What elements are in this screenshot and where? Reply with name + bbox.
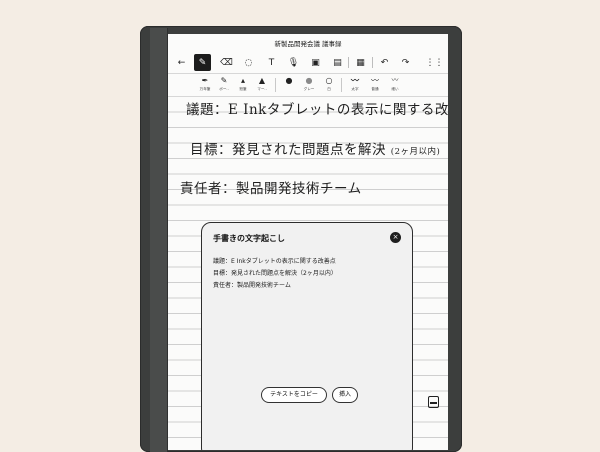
- stroke-normal[interactable]: 〰 普通: [366, 75, 384, 95]
- undo-icon[interactable]: ↶: [376, 54, 393, 71]
- stroke-bold[interactable]: 〰 太字: [346, 75, 364, 95]
- template-icon[interactable]: ▤: [329, 54, 346, 71]
- tool-label: 太字: [351, 87, 359, 91]
- top-toolbar: ← ✎ ⌫ ◌ T 🎙 ▣ ▤ ▦ ↶ ↷ ⋮⋮: [168, 52, 448, 74]
- transcription-line: 責任者：製品開発技術チーム: [213, 282, 291, 289]
- tool-label: 鉛筆: [239, 87, 247, 91]
- layers-icon[interactable]: ▦: [352, 54, 369, 71]
- tool-label: グレー: [303, 87, 315, 91]
- close-icon[interactable]: ×: [390, 232, 401, 243]
- transcription-line: 目標：発見された問題点を解決（2ヶ月以内）: [213, 270, 337, 277]
- eraser-icon[interactable]: ⌫: [218, 54, 235, 71]
- white-swatch-icon: ○: [325, 76, 333, 85]
- stroke-thin-icon: 〰: [391, 76, 399, 84]
- handwritten-goal-note: (2ヶ月以内): [390, 147, 441, 157]
- toolbar-divider: [372, 57, 373, 68]
- tool-label: 万年筆: [199, 87, 211, 91]
- marker-tool[interactable]: ▲ マー..: [253, 75, 271, 95]
- stroke-normal-icon: 〰: [371, 76, 379, 85]
- pen-icon[interactable]: ✎: [194, 54, 211, 71]
- handwritten-owner: 責任者：製品開発技術チーム: [180, 181, 362, 197]
- tool-label: 細い: [391, 87, 399, 91]
- mic-icon[interactable]: 🎙: [285, 54, 302, 71]
- pencil-tool[interactable]: ▴ 鉛筆: [234, 75, 252, 95]
- keyboard-toggle-icon[interactable]: [428, 396, 439, 408]
- dialog-title: 手書きの文字起こし: [213, 234, 285, 243]
- text-icon[interactable]: T: [263, 54, 280, 71]
- handwritten-goal-text: 目標：発見された問題点を解決: [190, 142, 386, 158]
- pencil-icon: ▴: [240, 76, 245, 85]
- tablet-spine: [150, 28, 168, 452]
- tool-label: マー..: [257, 87, 267, 91]
- fountain-pen-tool[interactable]: ✒ 万年筆: [196, 75, 214, 95]
- lasso-icon[interactable]: ◌: [240, 54, 257, 71]
- toolbar-divider: [348, 57, 349, 68]
- ballpoint-tool[interactable]: ✎ ボー..: [215, 75, 233, 95]
- insert-button[interactable]: 挿入: [332, 387, 358, 403]
- color-gray[interactable]: ● グレー: [300, 75, 318, 95]
- black-swatch-icon: ●: [285, 76, 293, 85]
- pen-options-bar: ✒ 万年筆 ✎ ボー.. ▴ 鉛筆 ▲ マー.. ● ● グレー ○ 白 〰 太…: [168, 74, 448, 97]
- ballpoint-icon: ✎: [220, 76, 228, 85]
- color-white[interactable]: ○ 白: [320, 75, 338, 95]
- back-icon[interactable]: ←: [173, 54, 190, 71]
- more-icon[interactable]: ⋮⋮: [426, 54, 444, 71]
- color-black[interactable]: ●: [280, 75, 298, 95]
- image-icon[interactable]: ▣: [307, 54, 324, 71]
- redo-icon[interactable]: ↷: [397, 54, 414, 71]
- gray-swatch-icon: ●: [305, 76, 313, 85]
- transcription-dialog: 手書きの文字起こし × 議題：E Inkタブレットの表示に関する改善点 目標：発…: [201, 222, 413, 450]
- copy-text-button[interactable]: テキストをコピー: [261, 387, 327, 403]
- handwritten-goal: 目標：発見された問題点を解決 (2ヶ月以内): [190, 138, 440, 158]
- document-title: 新製品開発会議 議事録: [274, 40, 342, 48]
- tool-label: 白: [327, 87, 331, 91]
- tablet-screen: 新製品開発会議 議事録 ← ✎ ⌫ ◌ T 🎙 ▣ ▤ ▦ ↶ ↷ ⋮⋮ ✒ 万…: [168, 34, 448, 450]
- stroke-bold-icon: 〰: [351, 76, 359, 85]
- toolbar-divider: [341, 78, 342, 92]
- handwritten-agenda: 議題：E Inkタブレットの表示に関する改善点: [186, 102, 448, 118]
- fountain-pen-icon: ✒: [201, 76, 209, 85]
- marker-icon: ▲: [258, 76, 266, 85]
- transcription-line: 議題：E Inkタブレットの表示に関する改善点: [213, 258, 336, 265]
- tool-label: ボー..: [219, 87, 229, 91]
- toolbar-divider: [275, 78, 276, 92]
- stroke-thin[interactable]: 〰 細い: [386, 75, 404, 95]
- tool-label: 普通: [371, 87, 379, 91]
